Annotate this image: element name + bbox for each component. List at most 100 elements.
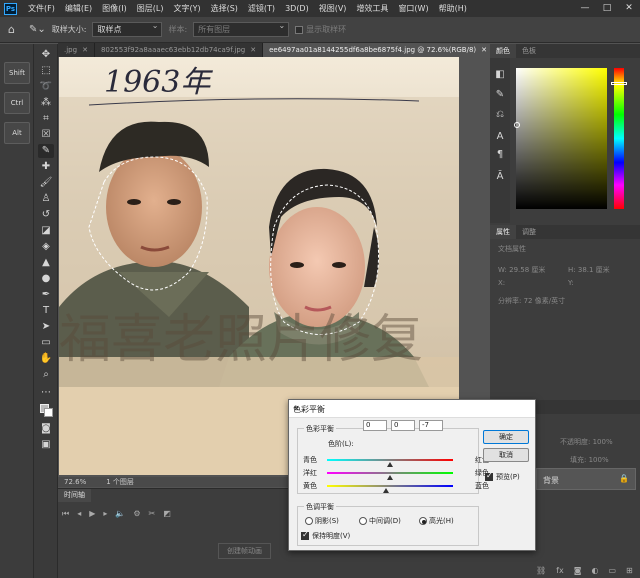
- close-icon[interactable]: ✕: [293, 404, 529, 413]
- menu-type[interactable]: 文字(Y): [168, 3, 205, 14]
- tab-color[interactable]: 颜色: [490, 44, 516, 58]
- highlights-radio[interactable]: [419, 517, 427, 525]
- menu-file[interactable]: 文件(F): [23, 3, 60, 14]
- prev-frame-icon[interactable]: ◂: [77, 509, 81, 519]
- midtones-radio[interactable]: [359, 517, 367, 525]
- tab-document-3[interactable]: ee6497aa01a8144255df6a8be6875f4.jpg @ 72…: [263, 43, 490, 57]
- slider-cyan-red[interactable]: 青色 红色: [303, 455, 489, 467]
- adjustment-icon[interactable]: ◐: [591, 566, 598, 575]
- opacity-control[interactable]: 不透明度: 100%: [560, 437, 613, 447]
- layer-row[interactable]: 背景 🔒: [536, 468, 636, 490]
- history-icon[interactable]: ⎌: [492, 108, 508, 122]
- slider-magenta-green[interactable]: 洋红 绿色: [303, 468, 489, 480]
- magic-wand-tool-icon[interactable]: ⁂: [38, 96, 54, 110]
- blur-tool-icon[interactable]: ▲: [38, 256, 54, 270]
- sample-select[interactable]: 所有图层: [193, 21, 290, 37]
- crop-tool-icon[interactable]: ⌗: [38, 112, 54, 126]
- ok-button[interactable]: 确定: [483, 430, 529, 444]
- tone-midtones[interactable]: 中间调(D): [359, 516, 401, 526]
- menu-help[interactable]: 帮助(H): [434, 3, 472, 14]
- menu-layer[interactable]: 图层(L): [132, 3, 169, 14]
- first-frame-icon[interactable]: ⏮: [62, 509, 69, 519]
- eraser-tool-icon[interactable]: ◪: [38, 224, 54, 238]
- maximize-button[interactable]: □: [596, 0, 618, 17]
- cancel-button[interactable]: 取消: [483, 448, 529, 462]
- level-input-2[interactable]: 0: [391, 420, 415, 431]
- slider-thumb[interactable]: [387, 462, 393, 467]
- audio-icon[interactable]: 🔈: [115, 509, 125, 519]
- eyedropper-tool-icon[interactable]: ✎: [38, 144, 54, 158]
- more-tools-icon[interactable]: ⋯: [38, 386, 54, 400]
- paragraph-icon[interactable]: ¶: [492, 148, 508, 162]
- hand-tool-icon[interactable]: ✋: [38, 352, 54, 366]
- preview-checkbox[interactable]: [485, 471, 493, 481]
- level-input-3[interactable]: -7: [419, 420, 443, 431]
- menu-image[interactable]: 图像(I): [97, 3, 132, 14]
- color-swatches-icon[interactable]: [38, 402, 54, 417]
- tab-document-1[interactable]: .jpg ✕: [58, 43, 95, 57]
- clone-stamp-icon[interactable]: ♙: [38, 192, 54, 206]
- close-icon[interactable]: ✕: [250, 46, 256, 54]
- menu-filter[interactable]: 滤镜(T): [243, 3, 280, 14]
- shadows-radio[interactable]: [305, 517, 313, 525]
- dialog-titlebar[interactable]: 色彩平衡 ✕: [289, 400, 535, 418]
- fx-icon[interactable]: fx: [556, 566, 564, 575]
- minimize-button[interactable]: —: [574, 0, 596, 17]
- close-window-button[interactable]: ✕: [618, 0, 640, 17]
- slider-thumb[interactable]: [382, 488, 389, 493]
- paint-bucket-icon[interactable]: ◈: [38, 240, 54, 254]
- tab-document-2[interactable]: 802553f92a8aaaec63ebb12db74ca9f.jpg ✕: [94, 43, 264, 57]
- preview-option[interactable]: 预览(P): [485, 471, 520, 482]
- color-picker-marker[interactable]: [514, 122, 520, 128]
- settings-icon[interactable]: ⚙: [133, 509, 140, 519]
- mask-icon[interactable]: ◙: [574, 566, 582, 575]
- hue-slider[interactable]: [614, 68, 624, 209]
- timeline-tab[interactable]: 时间轴: [58, 489, 91, 502]
- menu-select[interactable]: 选择(S): [206, 3, 243, 14]
- rectangle-tool-icon[interactable]: ▭: [38, 336, 54, 350]
- pen-tool-icon[interactable]: ✒: [38, 288, 54, 302]
- group-icon[interactable]: ▭: [608, 566, 616, 575]
- glyphs-icon[interactable]: Ā: [492, 170, 508, 184]
- play-icon[interactable]: ▶: [89, 509, 95, 519]
- zoom-tool-icon[interactable]: ⌕: [38, 368, 54, 382]
- alt-key-button[interactable]: Alt: [4, 122, 30, 144]
- path-selection-icon[interactable]: ➤: [38, 320, 54, 334]
- sample-size-select[interactable]: 取样点: [92, 21, 163, 37]
- close-icon[interactable]: ✕: [82, 46, 88, 54]
- tone-shadows[interactable]: 阴影(S): [305, 516, 339, 526]
- eyedropper-icon[interactable]: ✎⌄: [29, 24, 46, 35]
- link-icon[interactable]: ⛓: [536, 566, 546, 575]
- ctrl-key-button[interactable]: Ctrl: [4, 92, 30, 114]
- healing-brush-icon[interactable]: ✚: [38, 160, 54, 174]
- move-tool-icon[interactable]: ✥: [38, 48, 54, 62]
- history-brush-icon[interactable]: ↺: [38, 208, 54, 222]
- tab-swatches[interactable]: 色板: [516, 44, 542, 58]
- show-ring-option[interactable]: 显示取样环: [295, 24, 346, 35]
- transition-icon[interactable]: ◩: [163, 509, 171, 519]
- menu-plugins[interactable]: 增效工具: [351, 3, 393, 14]
- cut-icon[interactable]: ✂: [149, 509, 156, 519]
- quick-mask-icon[interactable]: ◙: [38, 422, 54, 436]
- tab-adjustments[interactable]: 调整: [516, 225, 542, 239]
- color-panel-icon[interactable]: ◧: [492, 68, 508, 82]
- menu-3d[interactable]: 3D(D): [280, 4, 314, 13]
- fill-control[interactable]: 填充: 100%: [570, 455, 609, 465]
- show-ring-checkbox[interactable]: [295, 25, 304, 34]
- color-field[interactable]: [516, 68, 607, 209]
- new-layer-icon[interactable]: ⊞: [626, 566, 633, 575]
- lasso-tool-icon[interactable]: ➰: [38, 80, 54, 94]
- preserve-luminosity[interactable]: 保持明度(V): [301, 530, 350, 541]
- type-tool-icon[interactable]: T: [38, 304, 54, 318]
- menu-view[interactable]: 视图(V): [314, 3, 352, 14]
- close-icon[interactable]: ✕: [481, 46, 487, 54]
- marquee-tool-icon[interactable]: ⬚: [38, 64, 54, 78]
- shift-key-button[interactable]: Shift: [4, 62, 30, 84]
- zoom-level[interactable]: 72.6%: [64, 478, 86, 486]
- tab-properties[interactable]: 属性: [490, 225, 516, 239]
- screen-mode-icon[interactable]: ▣: [38, 438, 54, 452]
- dodge-tool-icon[interactable]: ●: [38, 272, 54, 286]
- brush-tool-icon[interactable]: 🖌: [38, 176, 54, 190]
- menu-edit[interactable]: 编辑(E): [60, 3, 97, 14]
- menu-window[interactable]: 窗口(W): [393, 3, 433, 14]
